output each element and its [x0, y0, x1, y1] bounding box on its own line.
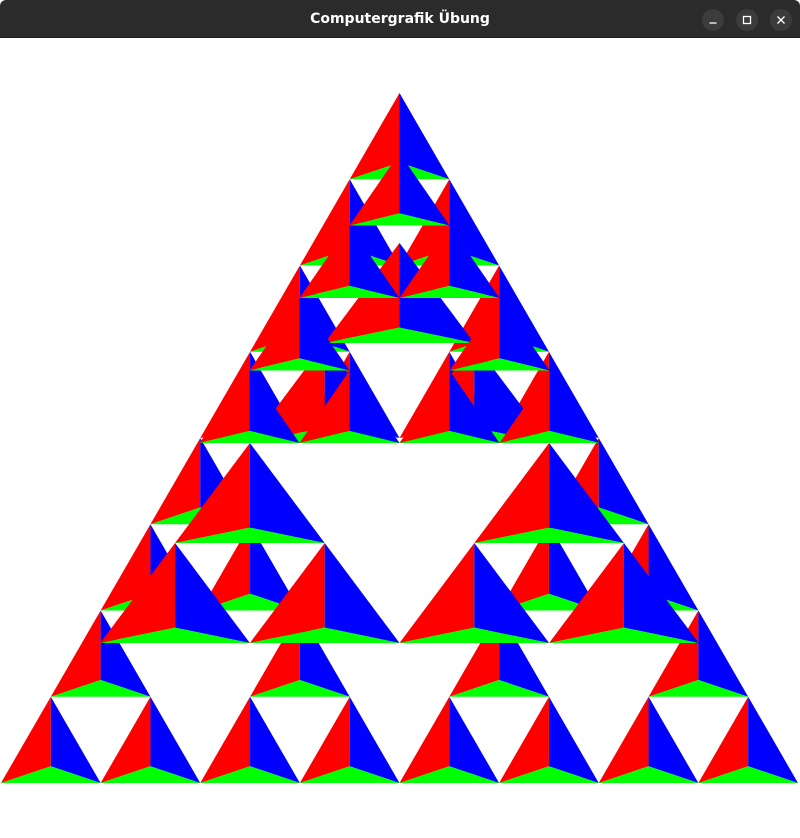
fractal-facet: [249, 443, 325, 543]
fractal-facet: [249, 298, 300, 371]
maximize-icon: [742, 15, 752, 25]
app-window: Computergrafik Übung: [0, 0, 800, 838]
window-title: Computergrafik Übung: [310, 11, 490, 27]
sierpinski-fractal: [1, 93, 798, 783]
fractal-facet: [324, 543, 400, 643]
fractal-facet: [399, 543, 475, 643]
fractal-facet: [474, 443, 550, 543]
close-icon: [776, 15, 786, 25]
fractal-facet: [549, 370, 600, 443]
fractal-facet: [399, 370, 450, 443]
close-button[interactable]: [770, 9, 792, 31]
render-canvas[interactable]: [0, 38, 800, 838]
title-bar[interactable]: Computergrafik Übung: [0, 0, 800, 38]
minimize-button[interactable]: [702, 9, 724, 31]
fractal-facet: [349, 370, 400, 443]
fractal-facet: [499, 298, 550, 371]
maximize-button[interactable]: [736, 9, 758, 31]
fractal-facet: [199, 370, 250, 443]
minimize-icon: [708, 15, 718, 25]
